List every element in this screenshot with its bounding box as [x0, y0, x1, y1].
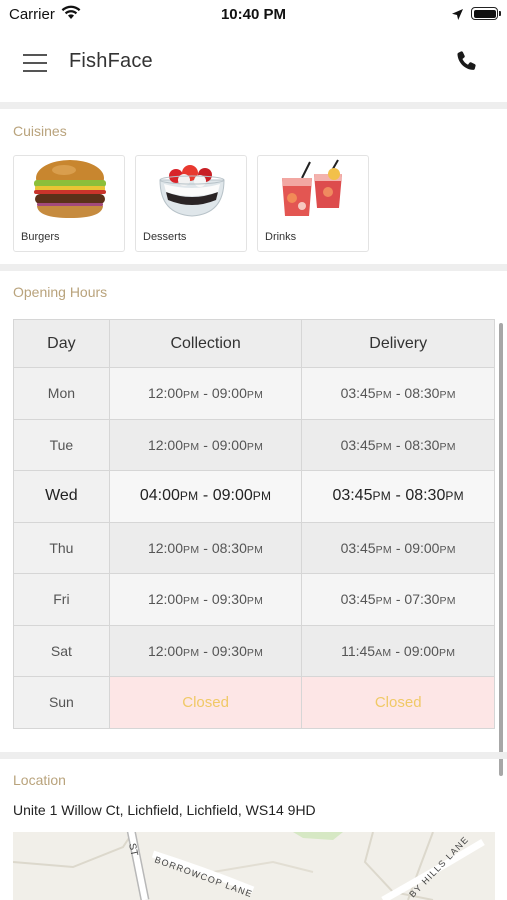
- opening-hours-table: Day Collection Delivery Mon 12:00PM - 09:…: [13, 319, 495, 729]
- app-header: FishFace: [0, 28, 507, 102]
- hours-row-mon: Mon 12:00PM - 09:00PM 03:45PM - 08:30PM: [13, 367, 495, 420]
- column-header-collection: Collection: [108, 319, 303, 368]
- cuisine-card-desserts[interactable]: Desserts: [135, 155, 247, 252]
- hours-row-thu: Thu 12:00PM - 08:30PM 03:45PM - 09:00PM: [13, 521, 495, 574]
- column-header-day: Day: [13, 319, 110, 368]
- status-bar: Carrier 10:40 PM: [0, 0, 507, 28]
- collection-hours-cell: Closed: [108, 676, 303, 729]
- opening-hours-heading: Opening Hours: [13, 284, 108, 300]
- section-divider: [0, 752, 507, 759]
- battery-icon: [471, 7, 501, 20]
- cuisine-name: Drinks: [265, 231, 297, 243]
- hours-row-tue: Tue 12:00PM - 09:00PM 03:45PM - 08:30PM: [13, 418, 495, 471]
- scrollbar[interactable]: [499, 323, 503, 776]
- cuisines-heading: Cuisines: [13, 123, 67, 139]
- hours-row-sun: Sun Closed Closed: [13, 676, 495, 729]
- burger-icon: [34, 160, 106, 218]
- collection-hours-cell: 12:00PM - 09:00PM: [108, 367, 303, 420]
- hours-row-fri: Fri 12:00PM - 09:30PM 03:45PM - 07:30PM: [13, 573, 495, 626]
- location-arrow-icon: [452, 9, 463, 20]
- delivery-hours-cell: 03:45PM - 08:30PM: [301, 367, 495, 420]
- collection-hours-cell: 04:00PM - 09:00PM: [108, 470, 303, 523]
- collection-hours-cell: 12:00PM - 08:30PM: [108, 521, 303, 574]
- collection-hours-cell: 12:00PM - 09:00PM: [108, 418, 303, 471]
- collection-hours-cell: 12:00PM - 09:30PM: [108, 573, 303, 626]
- delivery-hours-cell: 03:45PM - 08:30PM: [301, 418, 495, 471]
- delivery-hours-cell: 03:45PM - 09:00PM: [301, 521, 495, 574]
- delivery-hours-cell: 03:45PM - 07:30PM: [301, 573, 495, 626]
- section-divider: [0, 264, 507, 271]
- section-divider: [0, 102, 507, 109]
- delivery-hours-cell: 03:45PM - 08:30PM: [301, 470, 495, 523]
- cuisine-name: Desserts: [143, 231, 187, 243]
- cuisine-name: Burgers: [21, 231, 60, 243]
- cuisine-card-burgers[interactable]: Burgers: [13, 155, 125, 252]
- day-cell: Wed: [13, 470, 110, 523]
- collection-hours-cell: 12:00PM - 09:30PM: [108, 624, 303, 677]
- day-cell: Fri: [13, 573, 110, 626]
- drinks-icon: [282, 159, 342, 216]
- day-cell: Sun: [13, 676, 110, 729]
- clock: 10:40 PM: [220, 6, 287, 23]
- phone-icon[interactable]: [454, 49, 480, 75]
- day-cell: Tue: [13, 418, 110, 471]
- dessert-icon: [159, 165, 225, 217]
- location-heading: Location: [13, 772, 66, 788]
- delivery-hours-cell: 11:45AM - 09:00PM: [301, 624, 495, 677]
- delivery-hours-cell: Closed: [301, 676, 495, 729]
- hours-row-wed: Wed 04:00PM - 09:00PM 03:45PM - 08:30PM: [13, 470, 495, 523]
- hours-row-sat: Sat 12:00PM - 09:30PM 11:45AM - 09:00PM: [13, 624, 495, 677]
- location-map[interactable]: ST BORROWCOP LANE BY HILLS LANE: [13, 832, 495, 900]
- day-cell: Mon: [13, 367, 110, 420]
- day-cell: Sat: [13, 624, 110, 677]
- cuisine-card-drinks[interactable]: Drinks: [257, 155, 369, 252]
- column-header-delivery: Delivery: [301, 319, 495, 368]
- menu-icon[interactable]: [23, 52, 47, 72]
- day-cell: Thu: [13, 521, 110, 574]
- address-text: Unite 1 Willow Ct, Lichfield, Lichfield,…: [13, 802, 316, 818]
- app-title: FishFace: [69, 50, 153, 72]
